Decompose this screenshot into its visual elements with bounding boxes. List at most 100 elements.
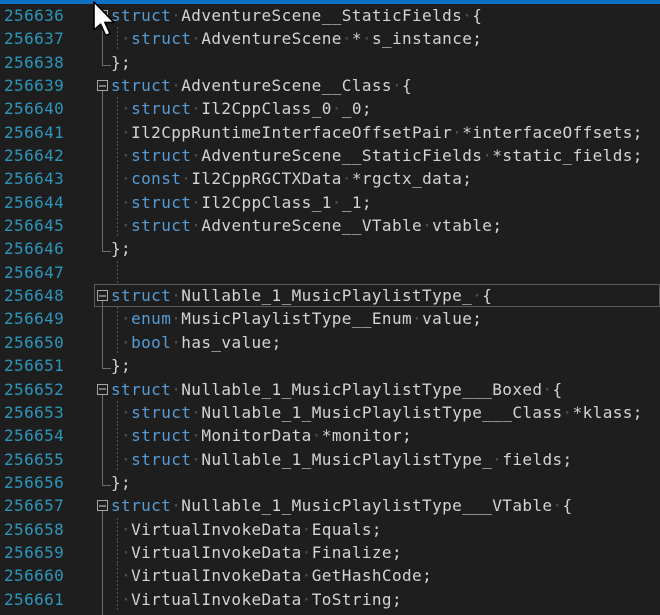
line-number: 256644 (0, 191, 94, 214)
code-text[interactable]: }; (111, 354, 660, 377)
code-line[interactable]: 256662}; (0, 611, 660, 615)
fold-margin (94, 144, 111, 167)
current-line-highlight: struct·Nullable_1_MusicPlaylistType_·{ (94, 284, 660, 307)
code-token: ; (392, 543, 402, 562)
code-line[interactable]: 256650 ·bool·has_value; (0, 331, 660, 354)
code-line[interactable]: 256659 ·VirtualInvokeData·Finalize; (0, 541, 660, 564)
code-token: ; (402, 426, 412, 445)
code-token: MusicPlaylistType__Enum (181, 309, 412, 328)
whitespace-dot: · (121, 29, 131, 48)
code-line[interactable]: 256643 ·const·Il2CppRGCTXData·*rgctx_dat… (0, 167, 660, 190)
code-line[interactable]: 256639 struct·AdventureScene__Class·{ (0, 74, 660, 97)
whitespace-dot: · (121, 169, 131, 188)
code-text[interactable]: ·struct·AdventureScene__VTable·vtable; (111, 214, 660, 237)
fold-collapse-icon[interactable] (97, 384, 108, 395)
code-line[interactable]: 256648struct·Nullable_1_MusicPlaylistTyp… (0, 284, 660, 307)
code-token: Finalize (312, 543, 392, 562)
fold-scope-line (102, 307, 103, 330)
code-token: ; (563, 450, 573, 469)
whitespace-dot: · (362, 29, 372, 48)
code-text[interactable]: }; (111, 237, 660, 260)
code-text[interactable]: ·struct·MonitorData·*monitor; (111, 424, 660, 447)
indent-guide (117, 331, 118, 354)
fold-scope-line (102, 588, 103, 611)
code-line[interactable]: 256661 ·VirtualInvokeData·ToString; (0, 588, 660, 611)
code-token: AdventureScene__VTable (201, 216, 422, 235)
code-text[interactable]: ·const·Il2CppRGCTXData·*rgctx_data; (111, 167, 660, 190)
fold-margin[interactable] (94, 284, 111, 307)
code-line[interactable]: 256638}; (0, 51, 660, 74)
code-line[interactable]: 256647 (0, 261, 660, 284)
code-line[interactable]: 256642 ·struct·AdventureScene__StaticFie… (0, 144, 660, 167)
code-text[interactable]: ·Il2CppRuntimeInterfaceOffsetPair·*inter… (111, 121, 660, 144)
code-line[interactable]: 256658 ·VirtualInvokeData·Equals; (0, 518, 660, 541)
code-line[interactable]: 256641 ·Il2CppRuntimeInterfaceOffsetPair… (0, 121, 660, 144)
code-text[interactable]: }; (111, 471, 660, 494)
code-line[interactable]: 256640 ·struct·Il2CppClass_0·_0; (0, 97, 660, 120)
keyword-token: struct (111, 286, 171, 305)
code-text[interactable]: ·struct·Il2CppClass_1·_1; (111, 191, 660, 214)
whitespace-dot: · (181, 169, 191, 188)
fold-margin[interactable] (94, 494, 111, 517)
fold-collapse-icon[interactable] (97, 500, 108, 511)
code-lines-area[interactable]: 256636struct·AdventureScene__StaticField… (0, 4, 660, 615)
code-text[interactable]: ·enum·MusicPlaylistType__Enum·value; (111, 307, 660, 330)
code-text[interactable]: }; (111, 611, 660, 615)
code-text[interactable]: ·bool·has_value; (111, 331, 660, 354)
code-text[interactable]: ·struct·AdventureScene·*·s_instance; (111, 27, 660, 50)
code-line[interactable]: 256656}; (0, 471, 660, 494)
whitespace-dot: · (171, 496, 181, 515)
code-line[interactable]: 256655 ·struct·Nullable_1_MusicPlaylistT… (0, 448, 660, 471)
code-text[interactable]: ·struct·Nullable_1_MusicPlaylistType_·fi… (111, 448, 660, 471)
code-editor: 256636struct·AdventureScene__StaticField… (0, 0, 660, 615)
code-token: ; (472, 309, 482, 328)
code-text[interactable]: ·VirtualInvokeData·GetHashCode; (111, 564, 660, 587)
code-token: Nullable_1_MusicPlaylistType___Class (201, 403, 562, 422)
code-line[interactable]: 256646}; (0, 237, 660, 260)
fold-margin (94, 354, 111, 377)
code-text[interactable]: ·struct·AdventureScene__StaticFields·*st… (111, 144, 660, 167)
code-text[interactable]: }; (111, 51, 660, 74)
fold-margin (94, 611, 111, 615)
code-line[interactable]: 256651}; (0, 354, 660, 377)
code-text[interactable]: struct·Nullable_1_MusicPlaylistType___VT… (111, 494, 660, 517)
whitespace-dot: · (492, 450, 502, 469)
code-line[interactable]: 256654 ·struct·MonitorData·*monitor; (0, 424, 660, 447)
fold-margin[interactable] (94, 378, 111, 401)
fold-scope-line (102, 237, 103, 252)
code-text[interactable]: ·VirtualInvokeData·Equals; (111, 518, 660, 541)
fold-collapse-icon[interactable] (97, 80, 108, 91)
code-line[interactable]: 256649 ·enum·MusicPlaylistType__Enum·val… (0, 307, 660, 330)
mouse-pointer-icon (93, 1, 117, 37)
code-text[interactable]: struct·AdventureScene__Class·{ (111, 74, 660, 97)
code-token: ; (633, 123, 643, 142)
code-text[interactable]: ·VirtualInvokeData·Finalize; (111, 541, 660, 564)
indent-guide (117, 588, 118, 611)
code-text[interactable]: struct·AdventureScene__StaticFields·{ (111, 4, 660, 27)
code-line[interactable]: 256657 struct·Nullable_1_MusicPlaylistTyp… (0, 494, 660, 517)
fold-scope-end (102, 485, 111, 486)
keyword-token: struct (131, 29, 191, 48)
code-line[interactable]: 256644 ·struct·Il2CppClass_1·_1; (0, 191, 660, 214)
code-text[interactable]: ·struct·Il2CppClass_0·_0; (111, 97, 660, 120)
code-token: ; (633, 403, 643, 422)
code-text[interactable]: ·VirtualInvokeData·ToString; (111, 588, 660, 611)
code-line[interactable]: 256653 ·struct·Nullable_1_MusicPlaylistT… (0, 401, 660, 424)
code-token: Nullable_1_MusicPlaylistType___Boxed (181, 380, 542, 399)
code-line[interactable]: 256660 ·VirtualInvokeData·GetHashCode; (0, 564, 660, 587)
code-text[interactable]: struct·Nullable_1_MusicPlaylistType___Bo… (111, 378, 660, 401)
code-line[interactable]: 256645 ·struct·AdventureScene__VTable·vt… (0, 214, 660, 237)
whitespace-dot: · (552, 496, 562, 515)
fold-scope-line (102, 167, 103, 190)
code-line[interactable]: 256652struct·Nullable_1_MusicPlaylistTyp… (0, 378, 660, 401)
code-text[interactable]: ·struct·Nullable_1_MusicPlaylistType___C… (111, 401, 660, 424)
code-token: * (352, 29, 362, 48)
line-number: 256639 (0, 74, 94, 97)
code-text[interactable]: struct·Nullable_1_MusicPlaylistType_·{ (111, 284, 660, 307)
code-token: { (552, 380, 562, 399)
line-number: 256657 (0, 494, 94, 517)
keyword-token: struct (111, 76, 171, 95)
code-text[interactable] (111, 261, 660, 284)
fold-margin[interactable] (94, 74, 111, 97)
fold-collapse-icon[interactable] (97, 290, 108, 301)
